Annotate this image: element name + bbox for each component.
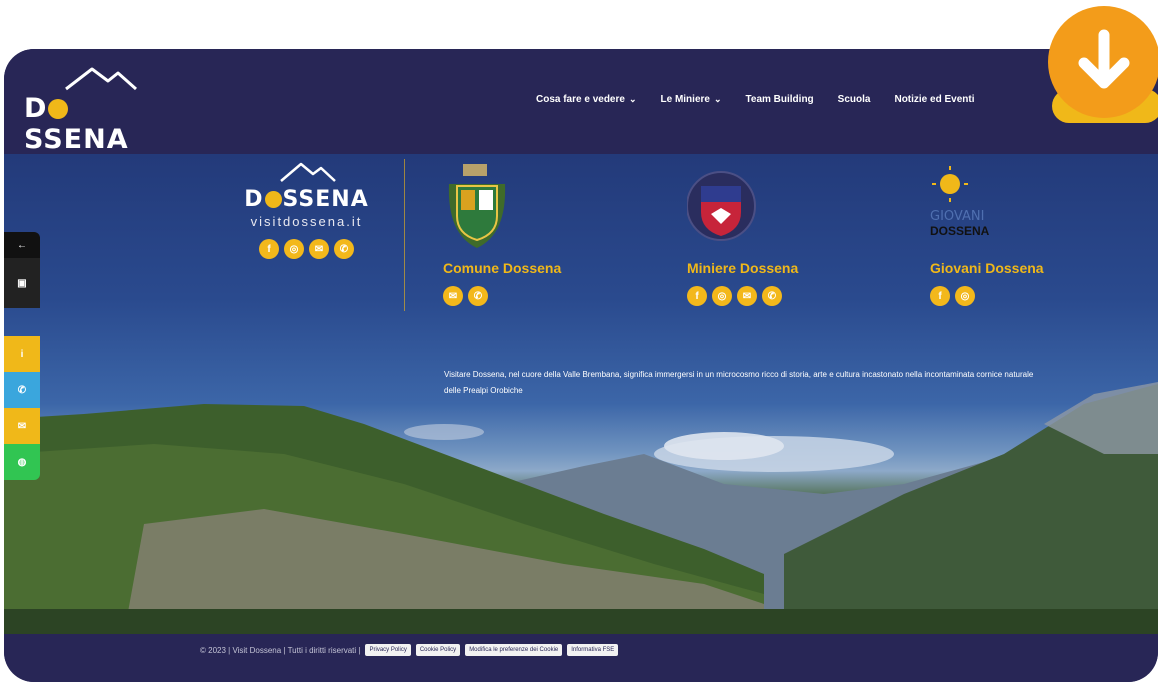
instagram-icon[interactable]: ◎	[955, 286, 975, 306]
chevron-down-icon: ⌄	[713, 94, 722, 104]
miniere-shield-icon	[686, 164, 767, 254]
copyright-text: © 2023 | Visit Dossena | Tutti i diritti…	[200, 645, 361, 655]
nav-item-team-building[interactable]: Team Building	[746, 94, 814, 105]
org-title[interactable]: Miniere Dossena	[687, 260, 798, 276]
org-giovani: GIOVANI DOSSENA Giovani Dossena f ◎	[930, 164, 1044, 306]
cookie-policy-link[interactable]: Cookie Policy	[415, 644, 461, 656]
brand-block: D SSENA visitdossena.it f ◎ ✉ ✆	[229, 159, 384, 259]
page-frame: DSSENA Cosa fare e vedere ⌄ Le Miniere ⌄ T…	[4, 49, 1158, 682]
org-title[interactable]: Giovani Dossena	[930, 260, 1044, 276]
instagram-icon[interactable]: ◎	[284, 239, 304, 259]
info-icon[interactable]: i	[4, 336, 40, 372]
whatsapp-icon[interactable]: ◍	[4, 444, 40, 480]
facebook-icon[interactable]: f	[930, 286, 950, 306]
arrow-down-icon	[1078, 29, 1130, 89]
org-socials: ✉ ✆	[443, 286, 561, 306]
site-logo[interactable]: DSSENA	[24, 63, 174, 155]
floating-contact-bar: ← ▣ i ✆ ✉ ◍	[4, 232, 42, 480]
facebook-icon[interactable]: f	[259, 239, 279, 259]
org-socials: f ◎	[930, 286, 1044, 306]
nav-item-notizie-eventi[interactable]: Notizie ed Eventi	[894, 94, 974, 105]
nav-item-scuola[interactable]: Scuola	[838, 94, 871, 105]
org-miniere: Miniere Dossena f ◎ ✉ ✆	[686, 164, 798, 306]
mail-icon[interactable]: ✉	[4, 408, 40, 444]
mail-icon[interactable]: ✉	[309, 239, 329, 259]
instagram-icon[interactable]: ◎	[712, 286, 732, 306]
facebook-icon[interactable]: f	[687, 286, 707, 306]
giovani-logo-top: GIOVANI	[930, 209, 985, 224]
main-nav: Cosa fare e vedere ⌄ Le Miniere ⌄ Team Bui…	[536, 94, 998, 105]
chevron-down-icon: ⌄	[628, 94, 637, 104]
logo-wordmark: DSSENA	[24, 93, 129, 155]
hero-section: D SSENA visitdossena.it f ◎ ✉ ✆ Comune D…	[4, 154, 1158, 634]
giovani-logo-bottom: DOSSENA	[930, 224, 990, 238]
fse-info-link[interactable]: Informativa FSE	[567, 644, 619, 656]
sun-icon	[932, 166, 968, 202]
brand-socials: f ◎ ✉ ✆	[229, 239, 384, 259]
mail-icon[interactable]: ✉	[443, 286, 463, 306]
nav-item-cosa-fare[interactable]: Cosa fare e vedere ⌄	[536, 94, 637, 105]
sun-dot-icon	[264, 191, 282, 208]
nav-item-miniere[interactable]: Le Miniere ⌄	[661, 94, 722, 105]
accessibility-icon[interactable]: ▣	[4, 258, 40, 308]
mountain-logo-icon	[279, 162, 336, 182]
cookie-preferences-link[interactable]: Modifica le preferenze dei Cookie	[465, 644, 563, 656]
phone-icon[interactable]: ✆	[762, 286, 782, 306]
column-divider	[404, 159, 405, 311]
download-button[interactable]	[1048, 6, 1158, 118]
org-comune: Comune Dossena ✉ ✆	[443, 164, 561, 306]
phone-icon[interactable]: ✆	[4, 372, 40, 408]
brand-wordmark: D SSENA	[244, 187, 369, 212]
site-header: DSSENA Cosa fare e vedere ⌄ Le Miniere ⌄ T…	[4, 49, 1158, 155]
brand-site: visitdossena.it	[250, 214, 363, 229]
comune-crest-icon	[443, 164, 523, 254]
phone-icon[interactable]: ✆	[334, 239, 354, 259]
org-socials: f ◎ ✉ ✆	[687, 286, 798, 306]
phone-icon[interactable]: ✆	[468, 286, 488, 306]
org-title[interactable]: Comune Dossena	[443, 260, 561, 276]
privacy-policy-link[interactable]: Privacy Policy	[365, 644, 411, 656]
sun-dot-icon	[48, 99, 69, 119]
site-footer: © 2023 | Visit Dossena | Tutti i diritti…	[4, 634, 1158, 682]
site-description: Visitare Dossena, nel cuore della Valle …	[444, 370, 1034, 395]
collapse-arrow-icon[interactable]: ←	[4, 232, 40, 258]
mail-icon[interactable]: ✉	[737, 286, 757, 306]
footer-bar: © 2023 | Visit Dossena | Tutti i diritti…	[200, 644, 619, 656]
giovani-logo: GIOVANI DOSSENA	[930, 164, 1010, 254]
mountain-logo-icon	[65, 67, 137, 91]
